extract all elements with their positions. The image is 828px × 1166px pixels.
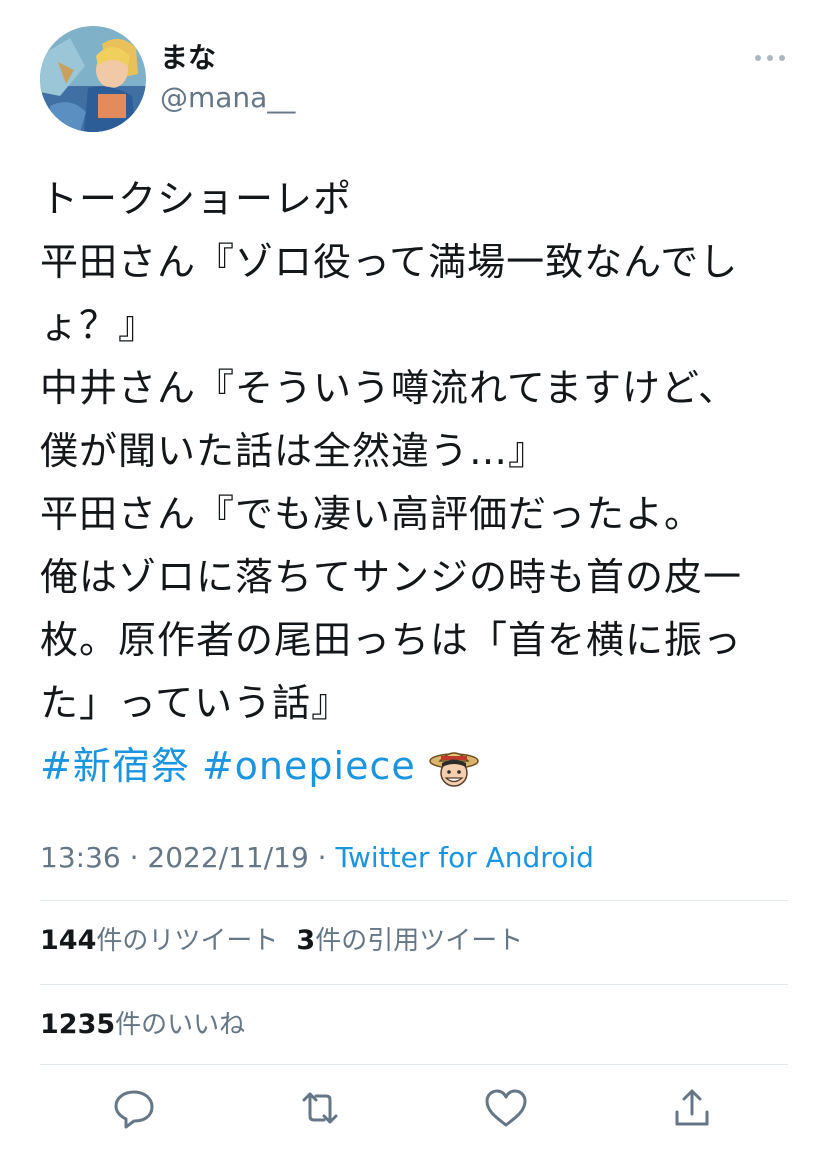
luffy-face-emoji	[428, 745, 480, 789]
tweet-meta: 13:36 · 2022/11/19 · Twitter for Android	[40, 838, 594, 878]
divider	[40, 1064, 788, 1065]
quotes-count: 3	[296, 925, 316, 956]
retweet-stats-row: 144件のリツイート 3件の引用ツイート	[40, 923, 523, 959]
tweet-line: トークショーレポ	[40, 177, 353, 221]
hashtags-row: #新宿祭 #onepiece	[40, 735, 800, 798]
user-handle[interactable]: @mana__	[160, 80, 295, 116]
hashtag-link[interactable]: #onepiece	[202, 735, 416, 798]
tweet-line: 俺はゾロに落ちてサンジの時も首の皮一	[40, 555, 743, 599]
retweets-stat[interactable]: 144件のリツイート	[40, 925, 279, 956]
reply-icon[interactable]	[110, 1084, 158, 1132]
divider	[40, 900, 788, 901]
tweet-line: 平田さん『でも凄い高評価だったよ。	[40, 492, 704, 536]
more-options-icon[interactable]	[750, 44, 790, 72]
likes-label: 件のいいね	[115, 1010, 246, 1040]
retweets-count: 144	[40, 925, 97, 956]
tweet-line: 平田さん『ゾロ役って満場一致なんでし	[40, 240, 739, 284]
quotes-label: 件の引用ツイート	[315, 926, 524, 956]
tweet-timestamp[interactable]: 13:36 · 2022/11/19 ·	[40, 841, 335, 874]
tweet-source-link[interactable]: Twitter for Android	[335, 841, 593, 874]
tweet-line: 枚。原作者の尾田っちは「首を横に振っ	[40, 618, 743, 662]
divider	[40, 984, 788, 985]
avatar-illustration	[40, 26, 146, 132]
hashtag-link[interactable]: #新宿祭	[40, 735, 190, 798]
tweet-line: 中井さん『そういう噂流れてますけど、	[40, 366, 738, 410]
tweet-line: ょ？』	[40, 303, 158, 347]
likes-stats-row[interactable]: 1235件のいいね	[40, 1007, 245, 1043]
likes-count: 1235	[40, 1009, 116, 1040]
quotes-stat[interactable]: 3件の引用ツイート	[296, 925, 524, 956]
retweets-label: 件のリツイート	[96, 926, 279, 956]
retweet-icon[interactable]	[296, 1084, 344, 1132]
action-bar	[0, 1084, 828, 1134]
display-name[interactable]: まな	[160, 40, 216, 76]
like-icon[interactable]	[482, 1084, 530, 1132]
tweet-line: 僕が聞いた話は全然違う…』	[40, 429, 548, 473]
share-icon[interactable]	[668, 1084, 716, 1132]
tweet-line: た」っていう話』	[40, 681, 351, 725]
avatar[interactable]	[40, 26, 146, 132]
tweet-text: トークショーレポ 平田さん『ゾロ役って満場一致なんでし ょ？』 中井さん『そうい…	[40, 168, 800, 798]
